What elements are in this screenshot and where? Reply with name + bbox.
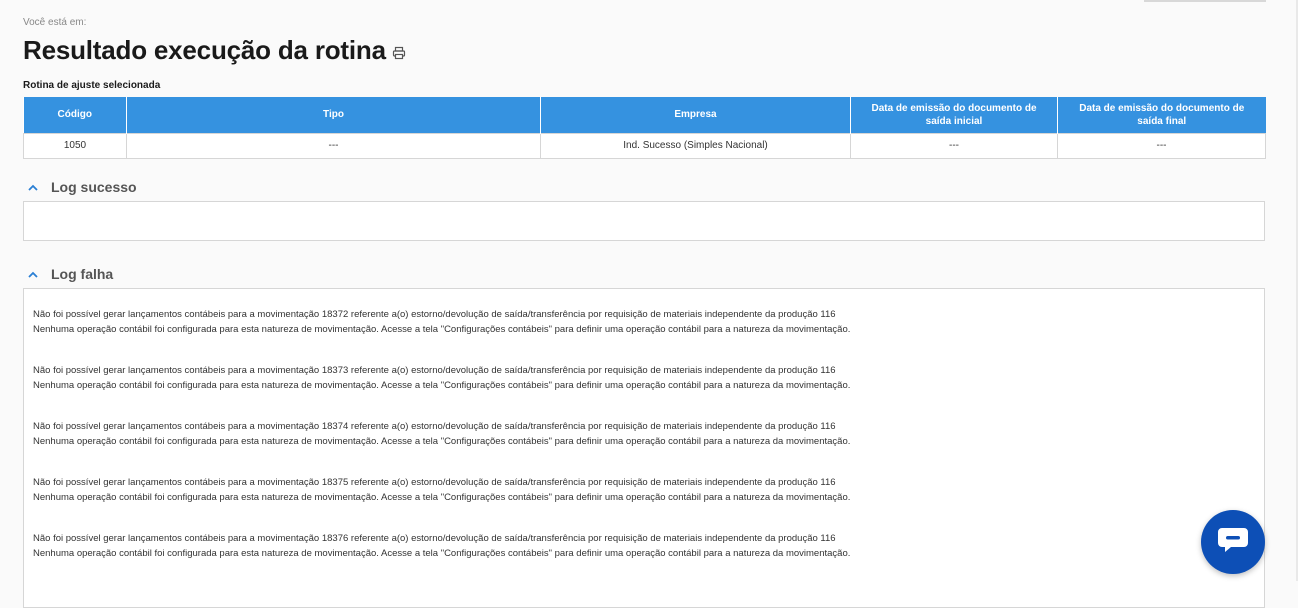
printer-icon[interactable] xyxy=(392,46,406,60)
log-entry-detail: Nenhuma operação contábil foi configurad… xyxy=(33,379,851,391)
log-entry-detail: Nenhuma operação contábil foi configurad… xyxy=(33,491,851,503)
log-entry-message: Não foi possível gerar lançamentos contá… xyxy=(33,308,836,320)
log-entry-detail: Nenhuma operação contábil foi configurad… xyxy=(33,323,851,335)
log-entry: Não foi possível gerar lançamentos contá… xyxy=(33,475,1264,505)
title-row: Resultado execução da rotina xyxy=(23,34,1265,66)
chevron-up-icon[interactable] xyxy=(27,181,39,193)
log-entry-detail: Nenhuma operação contábil foi configurad… xyxy=(33,547,851,559)
cell-data-inicial: --- xyxy=(850,132,1058,159)
cell-data-final: --- xyxy=(1057,132,1266,159)
log-entry-detail: Nenhuma operação contábil foi configurad… xyxy=(33,435,851,447)
column-header-data-final[interactable]: Data de emissão do documento de saída fi… xyxy=(1057,97,1266,133)
column-header-data-inicial[interactable]: Data de emissão do documento de saída in… xyxy=(850,97,1058,133)
page-content: Você está em: Resultado execução da roti… xyxy=(23,16,1266,608)
chevron-up-icon[interactable] xyxy=(27,268,39,280)
log-entry: Não foi possível gerar lançamentos contá… xyxy=(33,531,1264,561)
chat-bubble-icon xyxy=(1217,526,1249,559)
log-entry-message: Não foi possível gerar lançamentos contá… xyxy=(33,364,836,376)
table-header-row: Código Tipo Empresa Data de emissão do d… xyxy=(23,97,1266,133)
log-entry: Não foi possível gerar lançamentos contá… xyxy=(33,363,1264,393)
column-header-codigo[interactable]: Código xyxy=(23,97,127,133)
cell-tipo: --- xyxy=(126,132,541,159)
chat-button[interactable] xyxy=(1201,510,1265,574)
column-header-tipo[interactable]: Tipo xyxy=(126,97,541,133)
log-sucesso-title: Log sucesso xyxy=(51,178,137,195)
log-entry-message: Não foi possível gerar lançamentos contá… xyxy=(33,420,836,432)
log-entry: Não foi possível gerar lançamentos contá… xyxy=(33,419,1264,449)
log-sucesso-box xyxy=(23,200,1265,241)
log-falha-box: Não foi possível gerar lançamentos contá… xyxy=(23,287,1265,608)
log-entry-message: Não foi possível gerar lançamentos contá… xyxy=(33,476,836,488)
log-sucesso-header[interactable]: Log sucesso xyxy=(27,176,1265,198)
section-label: Rotina de ajuste selecionada xyxy=(23,80,161,91)
log-falha-title: Log falha xyxy=(51,265,114,282)
routine-table: Código Tipo Empresa Data de emissão do d… xyxy=(23,97,1266,159)
breadcrumb: Você está em: xyxy=(23,17,87,28)
cell-empresa: Ind. Sucesso (Simples Nacional) xyxy=(540,132,851,159)
cell-codigo: 1050 xyxy=(23,132,127,159)
log-falha-header[interactable]: Log falha xyxy=(27,263,1265,285)
table-row: 1050 --- Ind. Sucesso (Simples Nacional)… xyxy=(23,132,1266,159)
column-header-empresa[interactable]: Empresa xyxy=(540,97,851,133)
top-toolbar-edge xyxy=(1144,0,1266,2)
page-title: Resultado execução da rotina xyxy=(23,34,386,65)
log-entry: Não foi possível gerar lançamentos contá… xyxy=(33,307,1264,337)
log-entry-message: Não foi possível gerar lançamentos contá… xyxy=(33,532,836,544)
